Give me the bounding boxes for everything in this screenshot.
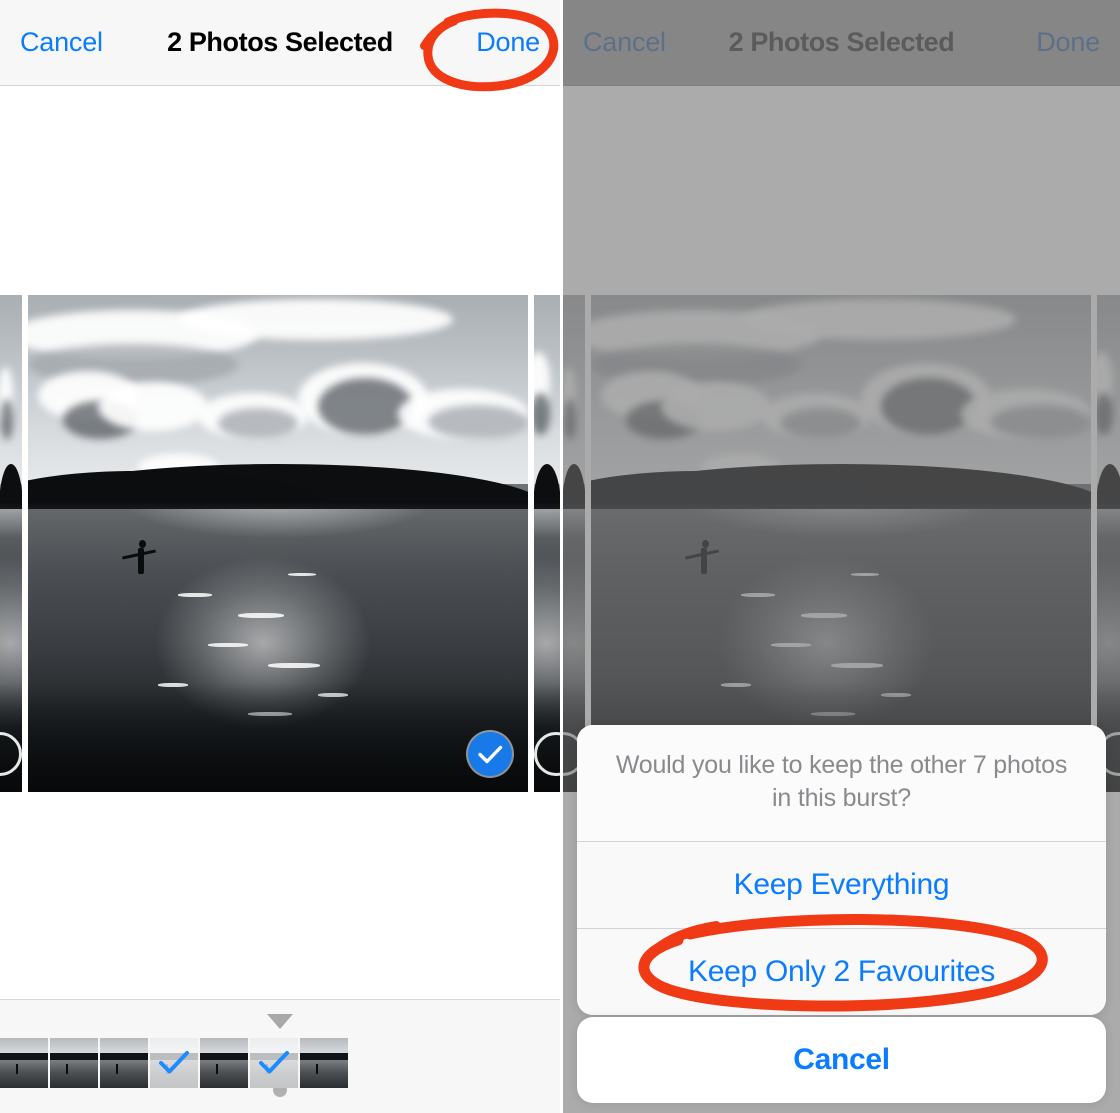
fisherman-silhouette xyxy=(701,540,709,575)
left-panel-photo-selection: Cancel 2 Photos Selected Done xyxy=(0,0,560,1113)
action-sheet-cancel-button[interactable]: Cancel xyxy=(577,1017,1106,1103)
current-photo[interactable] xyxy=(28,295,528,792)
page-title: 2 Photos Selected xyxy=(167,27,393,57)
current-photo[interactable] xyxy=(591,295,1091,792)
cancel-button[interactable]: Cancel xyxy=(20,27,103,58)
shoreline xyxy=(28,501,528,510)
triangle-down-icon xyxy=(267,1014,293,1029)
list-item[interactable] xyxy=(300,1038,348,1088)
filmstrip-thumbnails[interactable] xyxy=(0,1038,348,1088)
photo-carousel[interactable] xyxy=(0,295,560,792)
navbar-dim-overlay xyxy=(563,0,1120,86)
list-item-selected[interactable] xyxy=(250,1038,298,1088)
list-item[interactable] xyxy=(0,1038,48,1088)
sky-region xyxy=(28,295,528,484)
list-item-selected[interactable] xyxy=(150,1038,198,1088)
shoreline xyxy=(1097,501,1120,510)
next-photo-sliver[interactable] xyxy=(1097,295,1120,792)
fisherman-silhouette xyxy=(138,540,146,575)
keep-only-2-favourites-button[interactable]: Keep Only 2 Favourites xyxy=(577,929,1106,1015)
photo-artwork xyxy=(563,295,585,792)
sky-region xyxy=(1097,295,1120,484)
previous-photo-sliver[interactable] xyxy=(563,295,585,792)
photo-artwork xyxy=(0,295,22,792)
right-panel-burst-confirmation: Cancel 2 Photos Selected Done Would you … xyxy=(560,0,1120,1113)
list-item[interactable] xyxy=(100,1038,148,1088)
done-button[interactable]: Done xyxy=(476,27,540,58)
shoreline xyxy=(591,501,1091,510)
check-icon xyxy=(150,1038,198,1088)
photo-artwork xyxy=(28,295,528,792)
photo-artwork xyxy=(591,295,1091,792)
shoreline xyxy=(534,501,560,510)
dual-screenshot-comparison: Cancel 2 Photos Selected Done Would you … xyxy=(0,0,1120,1113)
action-sheet-message: Would you like to keep the other 7 photo… xyxy=(577,725,1106,841)
check-circle-icon[interactable] xyxy=(468,732,512,776)
sky-region xyxy=(0,295,22,484)
list-item[interactable] xyxy=(50,1038,98,1088)
photo-artwork xyxy=(1097,295,1120,792)
action-sheet: Would you like to keep the other 7 photo… xyxy=(577,725,1106,1015)
shoreline xyxy=(563,501,585,510)
shoreline xyxy=(0,501,22,510)
sky-region xyxy=(563,295,585,484)
next-photo-sliver[interactable] xyxy=(534,295,560,792)
photo-carousel[interactable] xyxy=(563,295,1120,792)
check-icon xyxy=(250,1038,298,1088)
sky-region xyxy=(591,295,1091,484)
sky-region xyxy=(534,295,560,484)
list-item[interactable] xyxy=(200,1038,248,1088)
filmstrip xyxy=(0,999,560,1113)
navigation-bar: Cancel 2 Photos Selected Done xyxy=(0,0,560,86)
photo-viewer xyxy=(0,86,560,999)
keep-everything-button[interactable]: Keep Everything xyxy=(577,842,1106,928)
photo-artwork xyxy=(534,295,560,792)
foreground-shadow xyxy=(28,682,528,792)
previous-photo-sliver[interactable] xyxy=(0,295,22,792)
